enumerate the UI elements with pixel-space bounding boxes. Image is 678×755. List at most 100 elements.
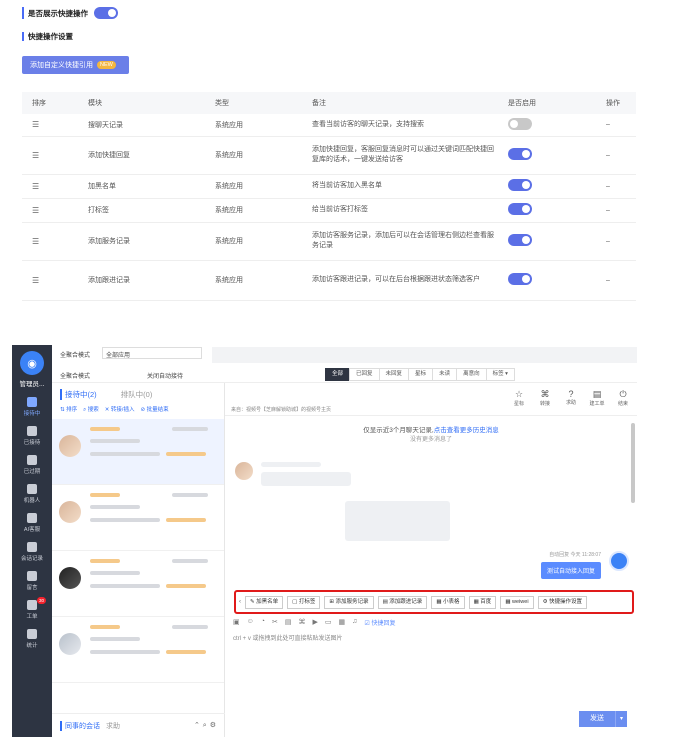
app-logo[interactable]: ◉: [20, 351, 44, 375]
mic-icon[interactable]: ♫: [352, 618, 357, 627]
quick-op-icon: ✎: [250, 598, 255, 605]
enable-toggle[interactable]: [508, 179, 532, 191]
help-button[interactable]: ? 求助: [563, 389, 579, 407]
chat-bubble-icon: [27, 397, 37, 407]
enable-toggle[interactable]: [508, 234, 532, 246]
rail-item-4[interactable]: AI客服: [12, 513, 52, 533]
filter-tab[interactable]: 已回复: [349, 368, 380, 381]
quick-op-button[interactable]: ▦ weiwei: [500, 595, 534, 609]
drag-handle-icon[interactable]: ☰: [32, 151, 39, 160]
table-header-row: 排序 模块 类型 备注 是否启用 操作: [22, 92, 636, 114]
drag-handle-icon[interactable]: ☰: [32, 120, 39, 129]
rail-label: AI客服: [23, 527, 41, 533]
enable-toggle[interactable]: [508, 273, 532, 285]
quick-op-button[interactable]: ▤ 添加跟进记录: [377, 595, 428, 609]
tab-help[interactable]: 求助: [106, 721, 120, 731]
quick-ops-table: 排序 模块 类型 备注 是否启用 操作 ☰ 搜聊天记录 系统应用 查看当前访客的…: [22, 92, 636, 301]
transfer-button[interactable]: ⌘ 转接: [537, 389, 553, 407]
no-more-text: 没有更多消息了: [409, 437, 452, 443]
quick-reply-toggle[interactable]: ☑ 快捷回复: [364, 618, 395, 627]
ticket-icon: [27, 600, 37, 610]
rail-item-6[interactable]: 留言: [12, 571, 52, 591]
rail-item-3[interactable]: 机器人: [12, 484, 52, 504]
send-button[interactable]: 发送: [578, 711, 615, 727]
search-tool[interactable]: ⌕ 搜索: [83, 405, 99, 414]
rail-item-2[interactable]: 已过期: [12, 455, 52, 475]
blurred-text: [90, 505, 140, 509]
power-button[interactable]: ⏻ 结束: [615, 389, 631, 407]
stats-icon: [27, 629, 37, 639]
sort-tool[interactable]: ⇅ 排序: [60, 405, 77, 414]
list-footer: 同事的会话 求助 ⌃⌕⚙: [52, 713, 225, 737]
image-icon[interactable]: ▣: [233, 618, 240, 627]
quick-op-label: 添加跟进记录: [389, 598, 423, 605]
add-custom-quick-ref-button[interactable]: 添加自定义快捷引用 NEW: [22, 56, 129, 74]
send-options-chevron-icon[interactable]: ▾: [614, 711, 627, 727]
more-history-link[interactable]: 点击查看更多历史消息: [434, 427, 499, 434]
composer-placeholder[interactable]: ctrl + v 或拖拽到此处可直接粘贴发送图片: [233, 633, 343, 642]
ticket-create-button[interactable]: ▤ 建工单: [589, 389, 605, 407]
table-row: ☰ 加黑名单 系统应用 将当前访客加入黑名单 –: [22, 174, 636, 199]
tab-colleague-sessions[interactable]: 同事的会话: [60, 720, 100, 731]
drag-handle-icon[interactable]: ☰: [32, 206, 39, 215]
batch-end-tool[interactable]: ⊘ 批量结束: [140, 405, 168, 414]
footer-icons[interactable]: ⌃⌕⚙: [194, 721, 219, 730]
smile-icon[interactable]: ◔: [261, 618, 265, 627]
conversation-item[interactable]: [52, 485, 224, 551]
filter-tab[interactable]: 标签 ▾: [485, 368, 515, 381]
auto-reception-select[interactable]: 关闭自动接待: [147, 371, 183, 380]
mode1-select[interactable]: 全部应用: [102, 347, 202, 359]
video-icon[interactable]: ▶: [313, 618, 318, 627]
quick-op-button[interactable]: ⊞ 添加服务记录: [324, 595, 374, 609]
quick-op-button[interactable]: ✎ 加黑名单: [245, 595, 284, 609]
drag-handle-icon[interactable]: ☰: [32, 237, 39, 246]
conversation-item[interactable]: [52, 551, 224, 617]
drag-handle-icon[interactable]: ☰: [32, 182, 39, 191]
chat-scrollbar[interactable]: [631, 423, 635, 503]
mode2-select[interactable]: 全聚合模式: [60, 371, 90, 380]
filter-tab[interactable]: 全部: [325, 368, 351, 381]
rail-item-8[interactable]: 统计: [12, 629, 52, 649]
card-icon[interactable]: ▭: [325, 618, 332, 627]
quick-op-icon: ▦: [505, 598, 511, 605]
tab-queue[interactable]: 排队中(0): [121, 389, 153, 400]
remark-cell: 查看当前访客的聊天记录，支持搜索: [312, 114, 508, 137]
rail-item-1[interactable]: 已接待: [12, 426, 52, 446]
filter-tab[interactable]: 未读: [432, 368, 458, 381]
enable-toggle[interactable]: [508, 203, 532, 215]
filter-tab[interactable]: 星标: [408, 368, 434, 381]
emoji-icon[interactable]: ☺: [247, 618, 254, 627]
enable-toggle[interactable]: [508, 117, 532, 130]
show-quick-ops-label: 是否展示快捷操作: [28, 8, 88, 18]
conversation-item[interactable]: [52, 617, 224, 683]
drag-handle-icon[interactable]: ☰: [32, 276, 39, 285]
blurred-text: [90, 571, 140, 575]
scroll-left-icon[interactable]: ‹: [239, 599, 241, 605]
quick-op-button[interactable]: ▢ 打标签: [287, 595, 321, 609]
rail-item-5[interactable]: 会话记录: [12, 542, 52, 562]
quick-op-button[interactable]: ▦ 小表格: [431, 595, 465, 609]
blurred-text: [90, 625, 120, 629]
avatar: [59, 633, 81, 655]
file-icon[interactable]: ▤: [285, 618, 292, 627]
enable-toggle[interactable]: [508, 148, 532, 160]
filter-tab[interactable]: 离意向: [456, 368, 487, 381]
star-button[interactable]: ☆ 星标: [511, 389, 527, 407]
doc-icon[interactable]: ▦: [339, 618, 346, 627]
table-row: ☰ 搜聊天记录 系统应用 查看当前访客的聊天记录，支持搜索 –: [22, 114, 636, 137]
conversation-item[interactable]: [52, 419, 224, 485]
chat-source: 来自：视频号【芝麻解锁助城】的视频号主页: [231, 407, 332, 413]
type-cell: 系统应用: [215, 114, 312, 137]
quick-op-button[interactable]: ▦ 百度: [468, 595, 497, 609]
rail-item-0[interactable]: 接待中: [12, 397, 52, 417]
filter-tab[interactable]: 未回复: [378, 368, 410, 381]
blurred-text: [166, 518, 206, 522]
transfer-tool[interactable]: ✕ 转接/插入: [105, 405, 135, 414]
rail-item-7[interactable]: 工单 30: [12, 597, 52, 620]
link-icon[interactable]: ⌘: [299, 618, 306, 627]
show-quick-ops-toggle[interactable]: [94, 7, 118, 19]
cut-icon[interactable]: ✂: [272, 618, 278, 627]
chat-app: ◉ 管理员... 接待中 已接待 已过期 机器人 AI客服 会话记录 留言 工单 30 统计 全聚…: [12, 345, 637, 737]
quick-op-button[interactable]: ⚙ 快捷操作设置: [537, 595, 588, 609]
tab-receiving[interactable]: 接待中(2): [60, 389, 97, 400]
